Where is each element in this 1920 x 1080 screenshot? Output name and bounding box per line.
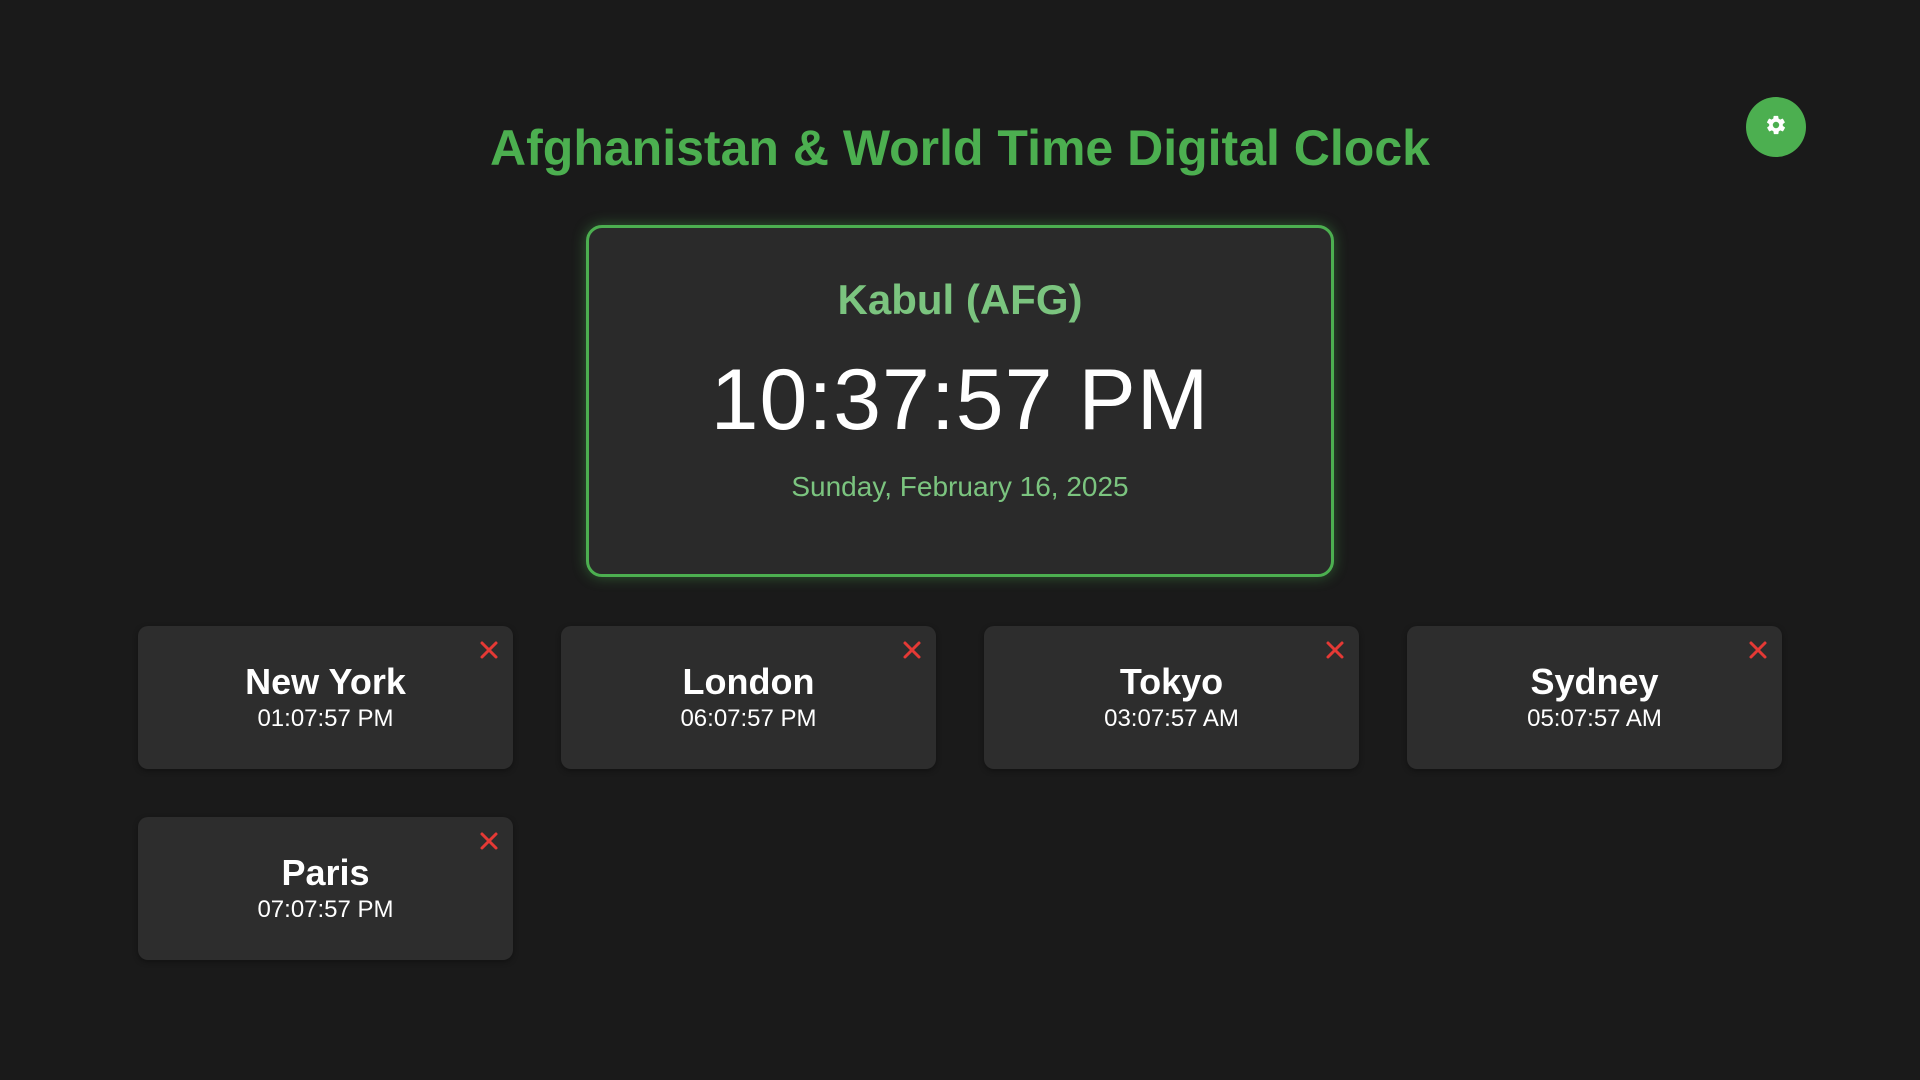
city-name: Tokyo bbox=[1119, 661, 1224, 702]
settings-button[interactable] bbox=[1746, 97, 1806, 157]
city-time: 06:07:57 PM bbox=[680, 705, 817, 732]
city-card-paris: Paris 07:07:57 PM bbox=[138, 817, 513, 960]
city-name: New York bbox=[245, 661, 406, 702]
main-clock-city: Kabul (AFG) bbox=[837, 276, 1083, 323]
city-card-sydney: Sydney 05:07:57 AM bbox=[1407, 626, 1782, 769]
city-name: London bbox=[682, 661, 815, 702]
city-time: 05:07:57 AM bbox=[1527, 705, 1662, 732]
city-time: 03:07:57 AM bbox=[1104, 705, 1239, 732]
city-time: 01:07:57 PM bbox=[257, 705, 394, 732]
city-card-london: London 06:07:57 PM bbox=[561, 626, 936, 769]
main-clock-time: 10:37:57 PM bbox=[710, 352, 1210, 448]
city-card-tokyo: Tokyo 03:07:57 AM bbox=[984, 626, 1359, 769]
city-name: Sydney bbox=[1530, 661, 1659, 702]
page-title: Afghanistan & World Time Digital Clock bbox=[490, 120, 1430, 176]
city-time: 07:07:57 PM bbox=[257, 896, 394, 923]
main-clock-card: Kabul (AFG) 10:37:57 PM Sunday, February… bbox=[586, 225, 1334, 577]
city-name: Paris bbox=[281, 852, 370, 893]
city-card-new-york: New York 01:07:57 PM bbox=[138, 626, 513, 769]
clock-page: Afghanistan & World Time Digital Clock K… bbox=[0, 0, 1920, 1080]
main-clock-date: Sunday, February 16, 2025 bbox=[791, 471, 1129, 502]
world-clock-grid: New York 01:07:57 PM London 06:07:57 PM … bbox=[138, 626, 1782, 960]
gear-icon bbox=[1765, 114, 1787, 141]
